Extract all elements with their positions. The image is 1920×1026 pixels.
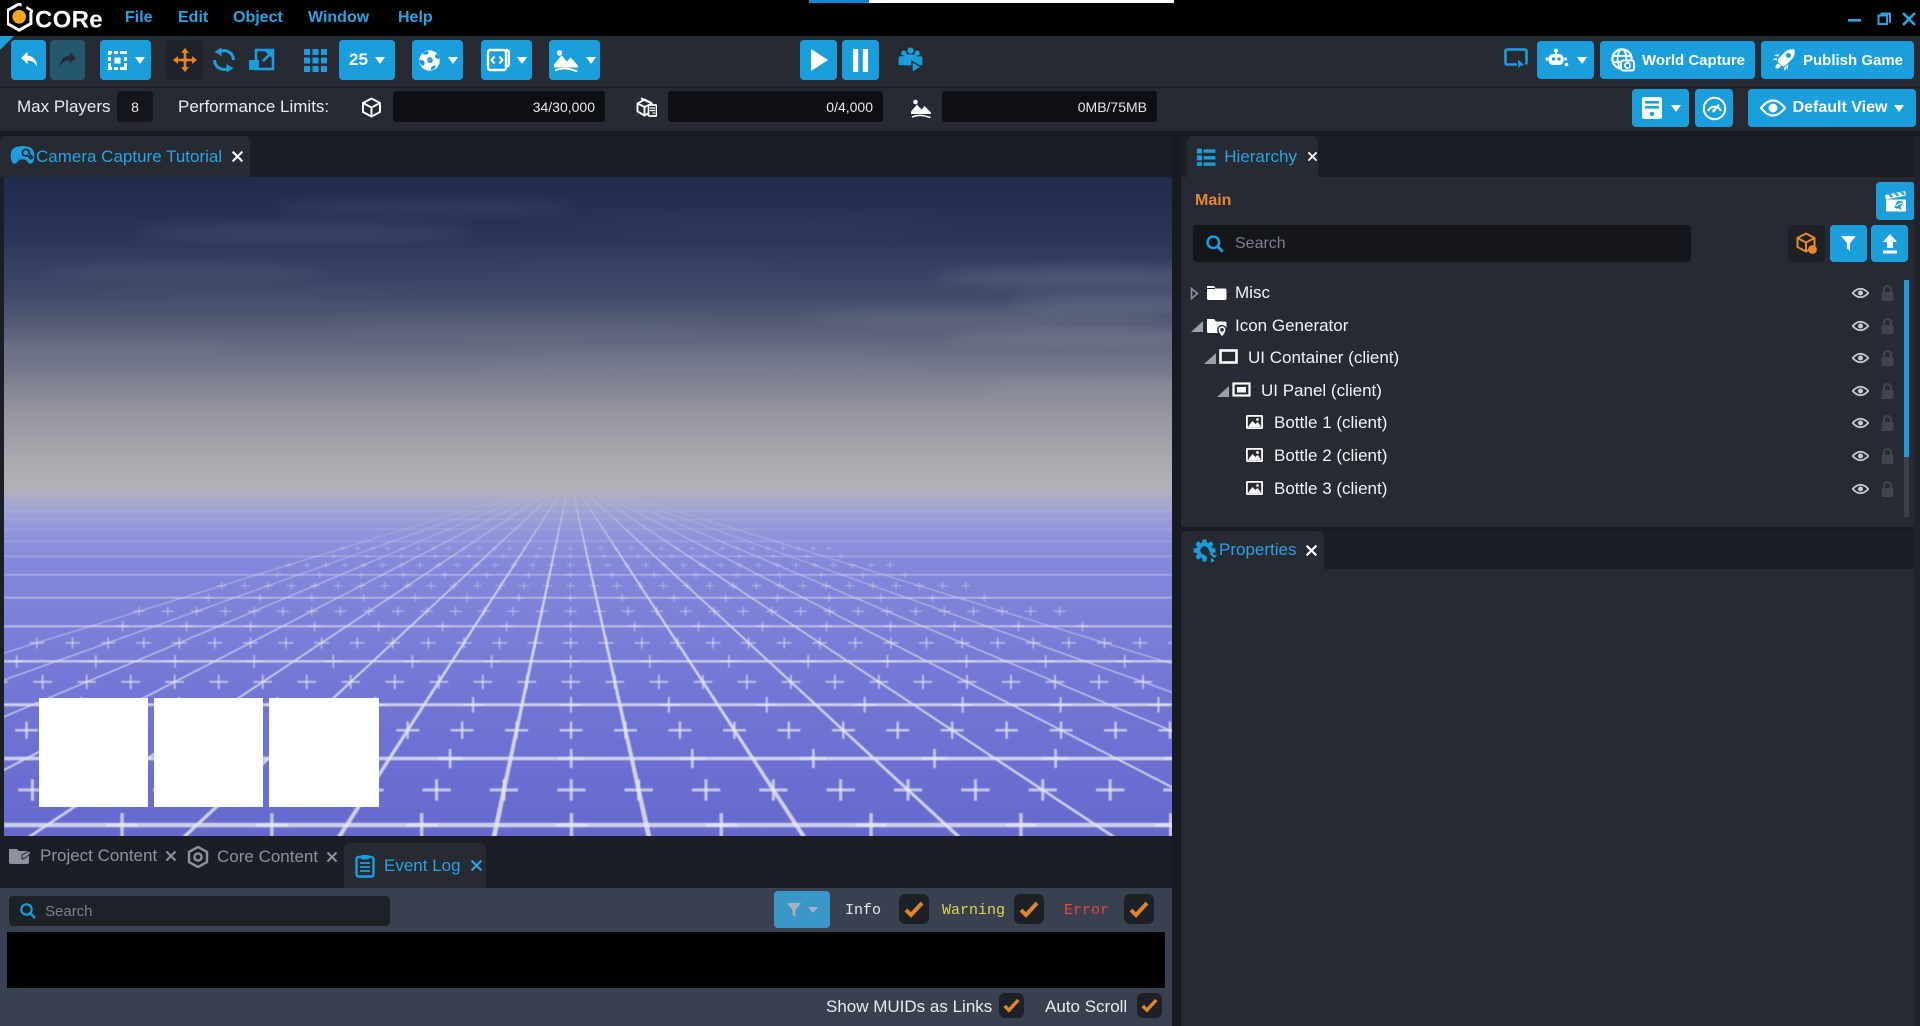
svg-text:CORe: CORe: [35, 7, 103, 34]
